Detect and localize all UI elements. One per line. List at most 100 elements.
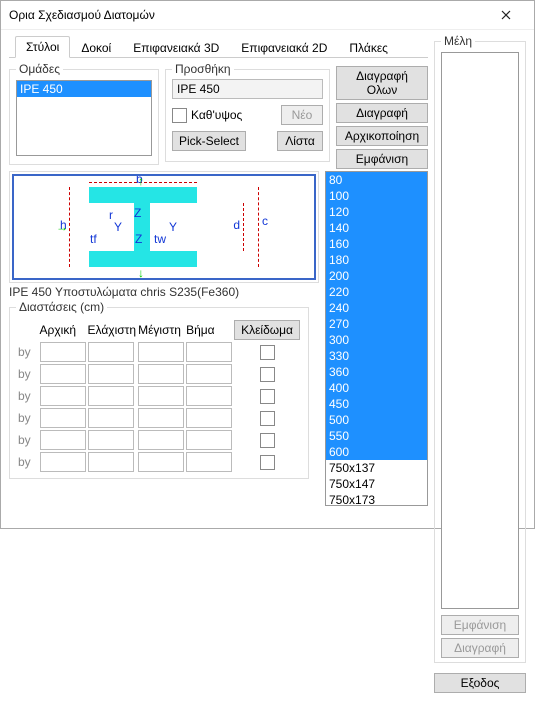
by-height-text: Καθ'υψος (191, 108, 242, 122)
dimensions-table: Αρχική Ελάχιστη Μέγιστη Βήμα Κλείδωμα by… (16, 318, 302, 474)
dim-min-input[interactable] (88, 430, 134, 450)
size-item[interactable]: 750x137 (326, 460, 427, 476)
dim-initial-input[interactable] (40, 386, 86, 406)
axis-y-label: Y (169, 220, 177, 234)
dim-lock-checkbox[interactable] (260, 411, 275, 426)
size-item[interactable]: 450 (326, 396, 427, 412)
dim-d-label: d (233, 218, 240, 232)
lock-button[interactable]: Κλείδωμα (234, 320, 300, 340)
shape-top-flange (89, 187, 197, 203)
size-item[interactable]: 400 (326, 380, 427, 396)
dim-max-input[interactable] (138, 430, 184, 450)
dim-min-input[interactable] (88, 386, 134, 406)
tab-Επιφανειακά 3D[interactable]: Επιφανειακά 3D (122, 37, 230, 58)
size-list[interactable]: 8010012014016018020022024027030033036040… (325, 171, 428, 506)
dim-initial-input[interactable] (40, 364, 86, 384)
dim-step-input[interactable] (186, 452, 232, 472)
size-item[interactable]: 270 (326, 316, 427, 332)
dim-row: by (18, 430, 300, 450)
dim-header-row: Αρχική Ελάχιστη Μέγιστη Βήμα Κλείδωμα (18, 320, 300, 340)
size-item[interactable]: 140 (326, 220, 427, 236)
dim-row-label: by (18, 342, 38, 362)
add-legend: Προσθήκη (172, 62, 234, 76)
tab-Πλάκες[interactable]: Πλάκες (338, 37, 399, 58)
dim-lock-checkbox[interactable] (260, 389, 275, 404)
dim-max-input[interactable] (138, 364, 184, 384)
left-pane: ΣτύλοιΔοκοίΕπιφανειακά 3DΕπιφανειακά 2DΠ… (9, 34, 428, 693)
groups-legend: Ομάδες (16, 62, 63, 76)
tab-Στύλοι[interactable]: Στύλοι (15, 36, 70, 58)
dim-initial-input[interactable] (40, 452, 86, 472)
members-list[interactable] (441, 52, 519, 609)
tab-Δοκοί[interactable]: Δοκοί (70, 37, 122, 58)
dim-lock-checkbox[interactable] (260, 455, 275, 470)
dim-row-label: by (18, 386, 38, 406)
dim-max-input[interactable] (138, 342, 184, 362)
add-input[interactable] (172, 79, 323, 99)
dialog-window: Ορια Σχεδιασμού Διατομών ΣτύλοιΔοκοίΕπιφ… (0, 0, 535, 529)
size-item[interactable]: 200 (326, 268, 427, 284)
dim-min-input[interactable] (88, 342, 134, 362)
size-item[interactable]: 220 (326, 284, 427, 300)
close-button[interactable] (486, 1, 526, 29)
size-item[interactable]: 330 (326, 348, 427, 364)
by-height-checkbox[interactable] (172, 108, 187, 123)
dim-min-input[interactable] (88, 364, 134, 384)
new-button: Νέο (281, 105, 323, 125)
dim-min-input[interactable] (88, 452, 134, 472)
dim-lock-checkbox[interactable] (260, 345, 275, 360)
init-button[interactable]: Αρχικοποίηση (336, 126, 428, 146)
dim-row: by (18, 408, 300, 428)
size-item[interactable]: 500 (326, 412, 427, 428)
dim-max-input[interactable] (138, 408, 184, 428)
dim-step-input[interactable] (186, 430, 232, 450)
dim-tf-label: tf (90, 232, 97, 246)
dim-step-input[interactable] (186, 386, 232, 406)
size-item[interactable]: 120 (326, 204, 427, 220)
dim-step-input[interactable] (186, 364, 232, 384)
dim-max-input[interactable] (138, 452, 184, 472)
dim-step-input[interactable] (186, 342, 232, 362)
size-item[interactable]: 180 (326, 252, 427, 268)
groups-list[interactable]: IPE 450 (16, 80, 152, 156)
col-max: Μέγιστη (138, 320, 184, 340)
size-item[interactable]: 240 (326, 300, 427, 316)
dim-min-input[interactable] (88, 408, 134, 428)
shape-bottom-flange (89, 251, 197, 267)
size-item[interactable]: 100 (326, 188, 427, 204)
members-fieldset: Μέλη Εμφάνιση Διαγραφή (434, 34, 526, 663)
size-item[interactable]: 600 (326, 444, 427, 460)
dim-lock-checkbox[interactable] (260, 433, 275, 448)
content-area: ΣτύλοιΔοκοίΕπιφανειακά 3DΕπιφανειακά 2DΠ… (1, 30, 534, 701)
size-item[interactable]: 300 (326, 332, 427, 348)
dim-step-input[interactable] (186, 408, 232, 428)
group-item[interactable]: IPE 450 (17, 81, 151, 97)
dim-initial-input[interactable] (40, 408, 86, 428)
tab-Επιφανειακά 2D[interactable]: Επιφανειακά 2D (230, 37, 338, 58)
size-item[interactable]: 550 (326, 428, 427, 444)
dim-initial-input[interactable] (40, 430, 86, 450)
by-height-check-label[interactable]: Καθ'υψος (172, 108, 242, 123)
dim-row: by (18, 364, 300, 384)
dim-r-label: r (109, 208, 113, 222)
add-fieldset: Προσθήκη Καθ'υψος Νέο Pick-Select Λίστα (165, 62, 330, 162)
delete-button[interactable]: Διαγραφή (336, 103, 428, 123)
dim-lock-checkbox[interactable] (260, 367, 275, 382)
size-item[interactable]: 750x173 (326, 492, 427, 506)
dim-max-input[interactable] (138, 386, 184, 406)
size-item[interactable]: 80 (326, 172, 427, 188)
size-item[interactable]: 360 (326, 364, 427, 380)
delete-all-button[interactable]: Διαγραφή Ολων (336, 66, 428, 100)
exit-button[interactable]: Εξοδος (434, 673, 526, 693)
size-item[interactable]: 750x147 (326, 476, 427, 492)
dim-row: by (18, 452, 300, 472)
dim-initial-input[interactable] (40, 342, 86, 362)
window-title: Ορια Σχεδιασμού Διατομών (9, 8, 486, 22)
title-bar: Ορια Σχεδιασμού Διατομών (1, 1, 534, 30)
size-item[interactable]: 160 (326, 236, 427, 252)
show-button[interactable]: Εμφάνιση (336, 149, 428, 169)
list-button[interactable]: Λίστα (277, 131, 323, 151)
members-delete-button: Διαγραφή (441, 638, 519, 658)
pick-select-button[interactable]: Pick-Select (172, 131, 246, 151)
dim-row: by (18, 342, 300, 362)
